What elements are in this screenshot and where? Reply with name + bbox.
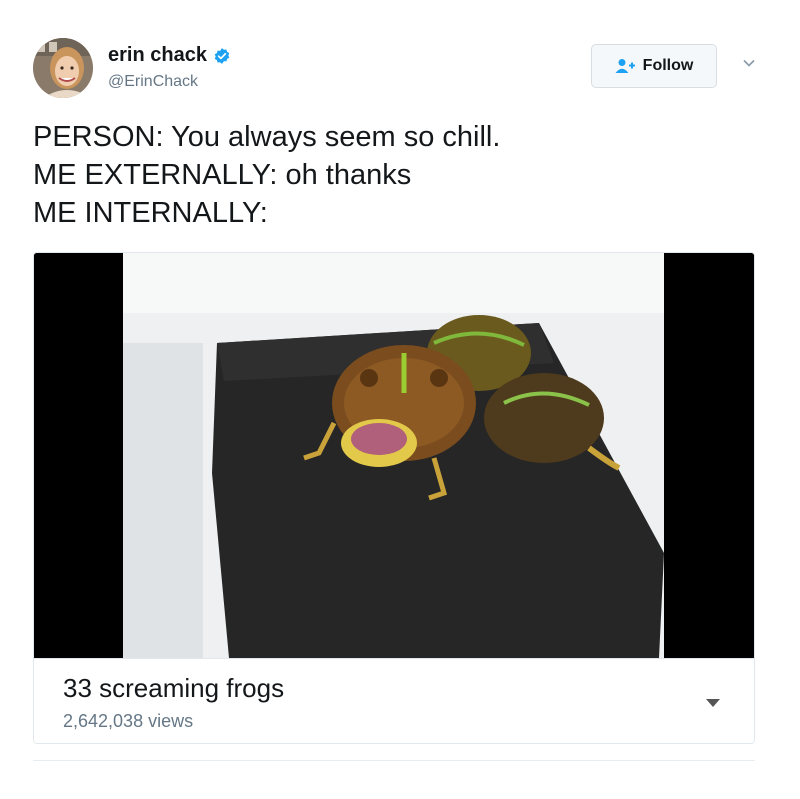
tweet-line: PERSON: You always seem so chill.	[33, 121, 501, 153]
video-title[interactable]: 33 screaming frogs	[63, 673, 284, 704]
user-name[interactable]: erin chack	[108, 44, 207, 67]
tweet: erin chack @ErinChack Follow PERSON: You…	[0, 0, 800, 799]
video-view-count: 2,642,038 views	[63, 711, 194, 731]
add-user-icon	[615, 59, 635, 73]
avatar[interactable]	[33, 38, 93, 98]
tweet-author: erin chack @ErinChack	[108, 44, 231, 91]
verified-badge-icon	[213, 47, 231, 65]
follow-button-label: Follow	[642, 57, 694, 74]
caret-down-icon[interactable]	[706, 699, 720, 707]
name-row: erin chack	[108, 44, 231, 67]
user-handle[interactable]: @ErinChack	[108, 73, 231, 91]
follow-button[interactable]: Follow	[591, 44, 717, 88]
chevron-down-icon[interactable]	[741, 55, 757, 71]
video-card-footer: 33 screaming frogs 2,642,038 views	[34, 658, 754, 743]
tweet-text: PERSON: You always seem so chill. ME EXT…	[33, 118, 763, 232]
video-thumbnail[interactable]	[34, 253, 754, 658]
video-card[interactable]: 33 screaming frogs 2,642,038 views	[33, 252, 755, 744]
tweet-line: ME EXTERNALLY: oh thanks	[33, 159, 412, 191]
divider	[33, 760, 755, 761]
frog-image	[34, 253, 754, 658]
tweet-line: ME INTERNALLY:	[33, 197, 268, 229]
avatar-image	[33, 38, 93, 98]
